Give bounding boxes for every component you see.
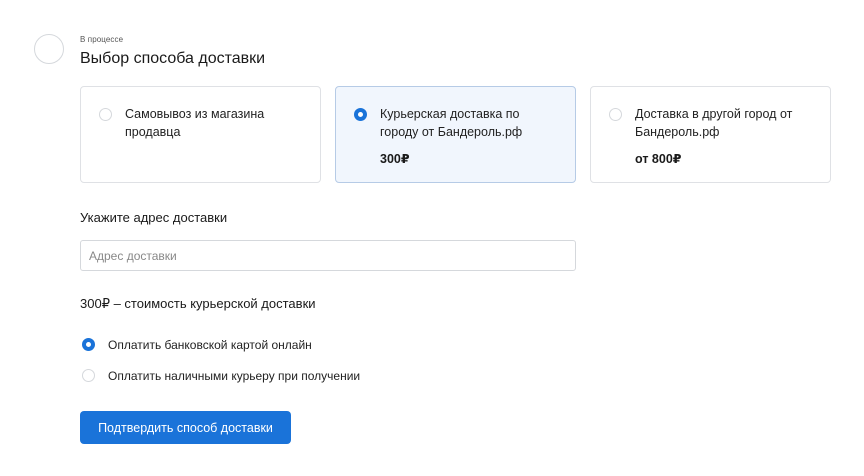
delivery-option-label: Курьерская доставка по городу от Бандеро… bbox=[380, 107, 523, 139]
step-title: Выбор способа доставки bbox=[80, 50, 266, 67]
delivery-option-price: 300₽ bbox=[380, 152, 410, 166]
step-status-circle bbox=[34, 34, 64, 64]
radio-unchecked-icon[interactable] bbox=[609, 108, 622, 121]
radio-unchecked-icon[interactable] bbox=[82, 369, 95, 382]
delivery-option-intercity[interactable]: Доставка в другой город от Бандероль.рф … bbox=[590, 86, 831, 183]
delivery-option-pickup[interactable]: Самовывоз из магазина продавца bbox=[80, 86, 321, 183]
delivery-option-price: от 800₽ bbox=[635, 152, 682, 166]
step-status-label: В процессе bbox=[80, 35, 124, 44]
delivery-option-label: Доставка в другой город от Бандероль.рф bbox=[635, 107, 793, 139]
radio-unchecked-icon[interactable] bbox=[99, 108, 112, 121]
confirm-delivery-button[interactable]: Подтвердить способ доставки bbox=[80, 411, 291, 444]
payment-option-label: Оплатить банковской картой онлайн bbox=[108, 338, 312, 352]
delivery-options: Самовывоз из магазина продавца Курьерска… bbox=[80, 86, 831, 183]
address-input[interactable] bbox=[80, 240, 576, 271]
payment-option-label: Оплатить наличными курьеру при получении bbox=[108, 369, 361, 383]
delivery-option-courier[interactable]: Курьерская доставка по городу от Бандеро… bbox=[335, 86, 576, 183]
address-heading: Укажите адрес доставки bbox=[80, 210, 228, 225]
radio-checked-icon[interactable] bbox=[82, 338, 95, 351]
delivery-option-label: Самовывоз из магазина продавца bbox=[125, 107, 265, 139]
radio-checked-icon[interactable] bbox=[354, 108, 367, 121]
delivery-cost-heading: 300₽ – стоимость курьерской доставки bbox=[80, 296, 316, 311]
